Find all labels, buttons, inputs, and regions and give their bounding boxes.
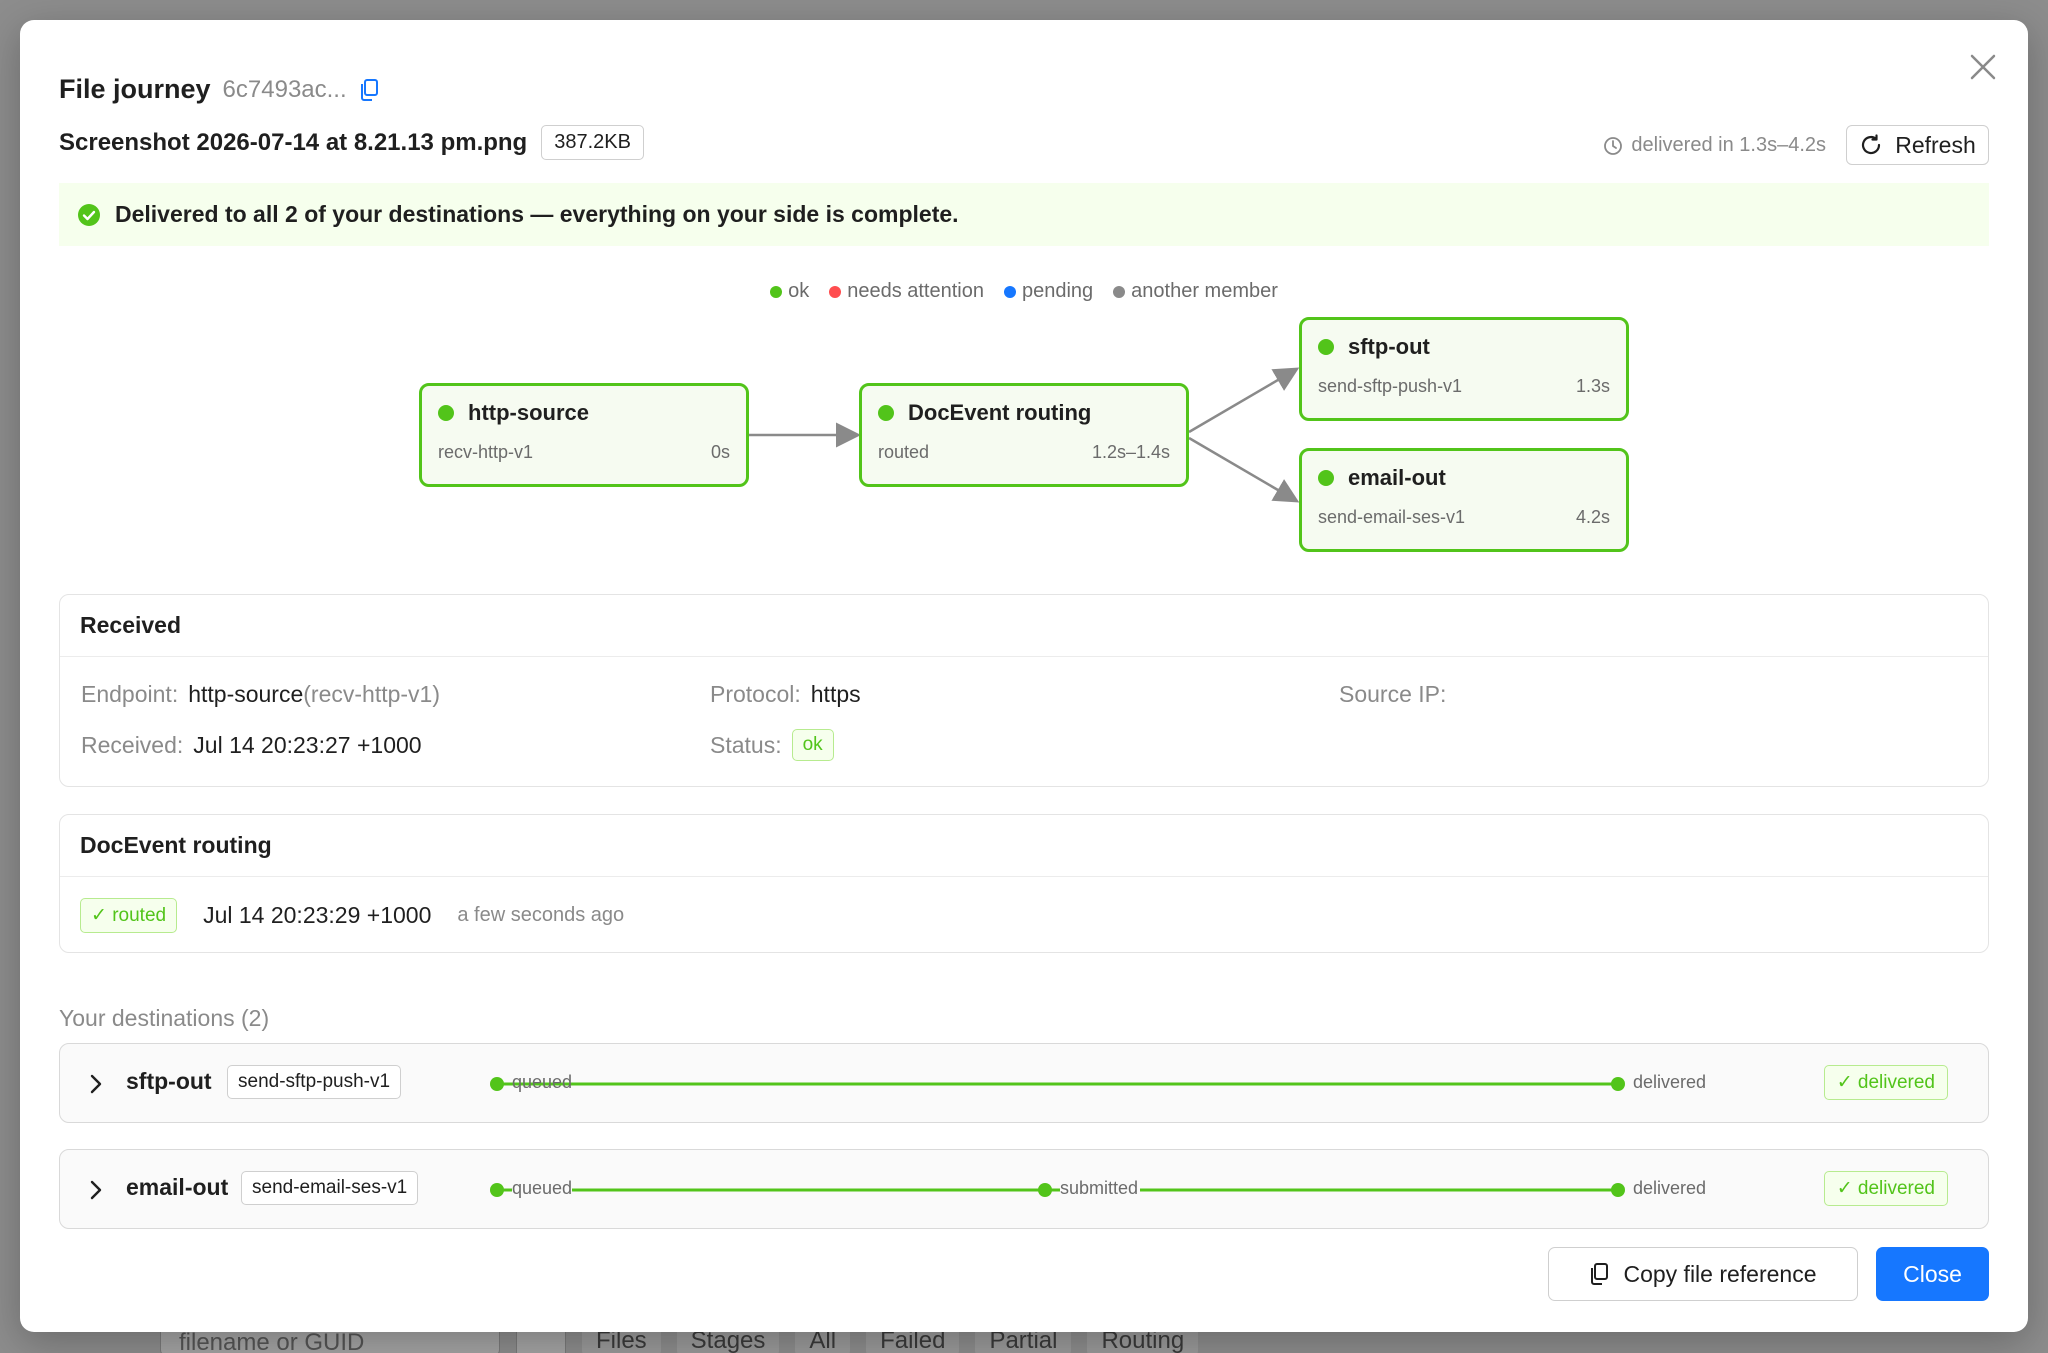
field-label: Protocol: <box>710 681 801 707</box>
card-title: Received <box>60 595 1988 657</box>
protocol-field: Protocol: https <box>710 681 861 708</box>
legend-dot <box>1003 285 1016 298</box>
node-title: email-out <box>1348 465 1446 490</box>
routing-details: ✓ routed Jul 14 20:23:29 +1000 a few sec… <box>60 877 1988 953</box>
timeline-step-label: queued <box>512 1072 573 1092</box>
success-banner: Delivered to all 2 of your destinations … <box>59 183 1989 246</box>
close-icon[interactable] <box>1968 52 1998 82</box>
destination-handler-pill: send-email-ses-v1 <box>241 1171 419 1205</box>
node-title: sftp-out <box>1348 334 1430 359</box>
delivered-badge: ✓ delivered <box>1823 1171 1948 1206</box>
file-journey-modal: File journey 6c7493ac... Screenshot 2026… <box>20 20 2028 1332</box>
node-time: 1.3s <box>1575 376 1610 396</box>
delivered-badge: ✓ delivered <box>1823 1065 1948 1100</box>
endpoint-field: Endpoint: http-source(recv-http-v1) <box>81 681 440 708</box>
timeline-step-label: queued <box>512 1178 573 1199</box>
delivery-timing: delivered in 1.3s–4.2s <box>1603 134 1826 157</box>
close-label: Close <box>1903 1260 1962 1287</box>
legend-dot <box>770 285 783 298</box>
flow-edges <box>749 367 1300 503</box>
refresh-label: Refresh <box>1895 131 1976 158</box>
copy-file-reference-label: Copy file reference <box>1623 1260 1817 1287</box>
routing-card: DocEvent routing ✓ routed Jul 14 20:23:2… <box>59 814 1989 953</box>
chevron-right-icon[interactable] <box>88 1178 104 1202</box>
node-time: 0s <box>710 442 730 462</box>
status-dot <box>1318 470 1334 486</box>
card-title: DocEvent routing <box>60 815 1988 877</box>
edge-routing-to-sftp <box>1188 367 1300 434</box>
legend-item-another-member: another member <box>1113 280 1278 303</box>
flow-node-sftp-out[interactable]: sftp-out send-sftp-push-v1 1.3s <box>1299 317 1629 421</box>
node-time: 4.2s <box>1575 507 1610 527</box>
node-title: http-source <box>468 400 589 425</box>
status-field: Status: ok <box>710 729 834 761</box>
chevron-right-icon[interactable] <box>88 1072 104 1096</box>
destination-row-sftp-out[interactable]: sftp-out send-sftp-push-v1 queued delive… <box>59 1043 1989 1123</box>
status-dot <box>1318 339 1334 355</box>
received-card: Received Endpoint: http-source(recv-http… <box>59 594 1989 787</box>
field-label: Endpoint: <box>81 681 179 707</box>
check-circle-icon <box>78 203 100 226</box>
modal-title: File journey <box>59 74 211 104</box>
edge-routing-to-email <box>1188 436 1300 503</box>
legend-label: needs attention <box>847 280 984 302</box>
file-name: Screenshot 2026-07-14 at 8.21.13 pm.png <box>59 128 528 156</box>
source-ip-field: Source IP: <box>1339 681 1446 708</box>
timeline-step-label: delivered <box>1633 1178 1707 1198</box>
copy-icon[interactable] <box>359 78 379 102</box>
routed-badge: ✓ routed <box>80 897 178 933</box>
file-guid: 6c7493ac... <box>222 75 347 103</box>
file-size-badge: 387.2KB <box>541 125 644 160</box>
node-sub: routed <box>878 442 930 462</box>
legend-label: ok <box>788 280 810 302</box>
legend-dot <box>1113 285 1126 298</box>
received-details: Endpoint: http-source(recv-http-v1) Prot… <box>60 657 1988 785</box>
field-value: https <box>810 681 861 707</box>
copy-icon <box>1591 1263 1609 1285</box>
file-info: Screenshot 2026-07-14 at 8.21.13 pm.png … <box>59 125 644 160</box>
legend-item-pending: pending <box>1003 280 1094 303</box>
status-dot <box>438 405 454 421</box>
status-legend: ok needs attention pending another membe… <box>20 280 2028 303</box>
banner-text: Delivered to all 2 of your destinations … <box>115 201 959 227</box>
legend-item-ok: ok <box>770 280 809 303</box>
field-value: Jul 14 20:23:27 +1000 <box>193 732 422 758</box>
legend-dot <box>829 285 842 298</box>
destination-handler-pill: send-sftp-push-v1 <box>227 1065 402 1099</box>
modal-header: File journey 6c7493ac... <box>59 74 379 105</box>
field-label: Received: <box>81 732 184 758</box>
destinations-heading: Your destinations (2) <box>59 1005 270 1031</box>
flow-node-http-source[interactable]: http-source recv-http-v1 0s <box>419 383 749 487</box>
timing-text: delivered in 1.3s–4.2s <box>1631 134 1826 156</box>
received-time-field: Received: Jul 14 20:23:27 +1000 <box>81 732 422 759</box>
legend-label: another member <box>1131 280 1278 302</box>
field-label: Status: <box>710 731 782 758</box>
flow-node-email-out[interactable]: email-out send-email-ses-v1 4.2s <box>1299 448 1629 552</box>
refresh-button[interactable]: Refresh <box>1846 125 1989 165</box>
node-sub: recv-http-v1 <box>438 442 534 462</box>
node-sub: send-sftp-push-v1 <box>1318 376 1463 396</box>
destination-name: sftp-out <box>126 1068 212 1094</box>
field-label: Source IP: <box>1339 681 1447 707</box>
destination-row-email-out[interactable]: email-out send-email-ses-v1 queued submi… <box>59 1149 1989 1229</box>
copy-file-reference-button[interactable]: Copy file reference <box>1548 1247 1858 1301</box>
timeline-step-label: submitted <box>1060 1178 1141 1199</box>
status-badge: ok <box>791 729 834 761</box>
routing-relative-time: a few seconds ago <box>457 903 625 926</box>
routing-time: Jul 14 20:23:29 +1000 <box>203 901 432 928</box>
close-button[interactable]: Close <box>1876 1247 1989 1301</box>
node-sub: send-email-ses-v1 <box>1318 507 1466 527</box>
field-value: http-source(recv-http-v1) <box>188 681 441 707</box>
refresh-icon <box>1862 134 1881 155</box>
node-title: DocEvent routing <box>908 400 1092 425</box>
destination-name: email-out <box>126 1174 229 1200</box>
node-time: 1.2s–1.4s <box>1091 442 1170 462</box>
timeline-step-label: delivered <box>1633 1072 1707 1092</box>
clock-icon <box>1604 136 1623 155</box>
legend-item-needs-attention: needs attention <box>829 280 984 303</box>
status-dot <box>878 405 894 421</box>
flow-node-routing[interactable]: DocEvent routing routed 1.2s–1.4s <box>859 383 1189 487</box>
legend-label: pending <box>1021 280 1094 302</box>
